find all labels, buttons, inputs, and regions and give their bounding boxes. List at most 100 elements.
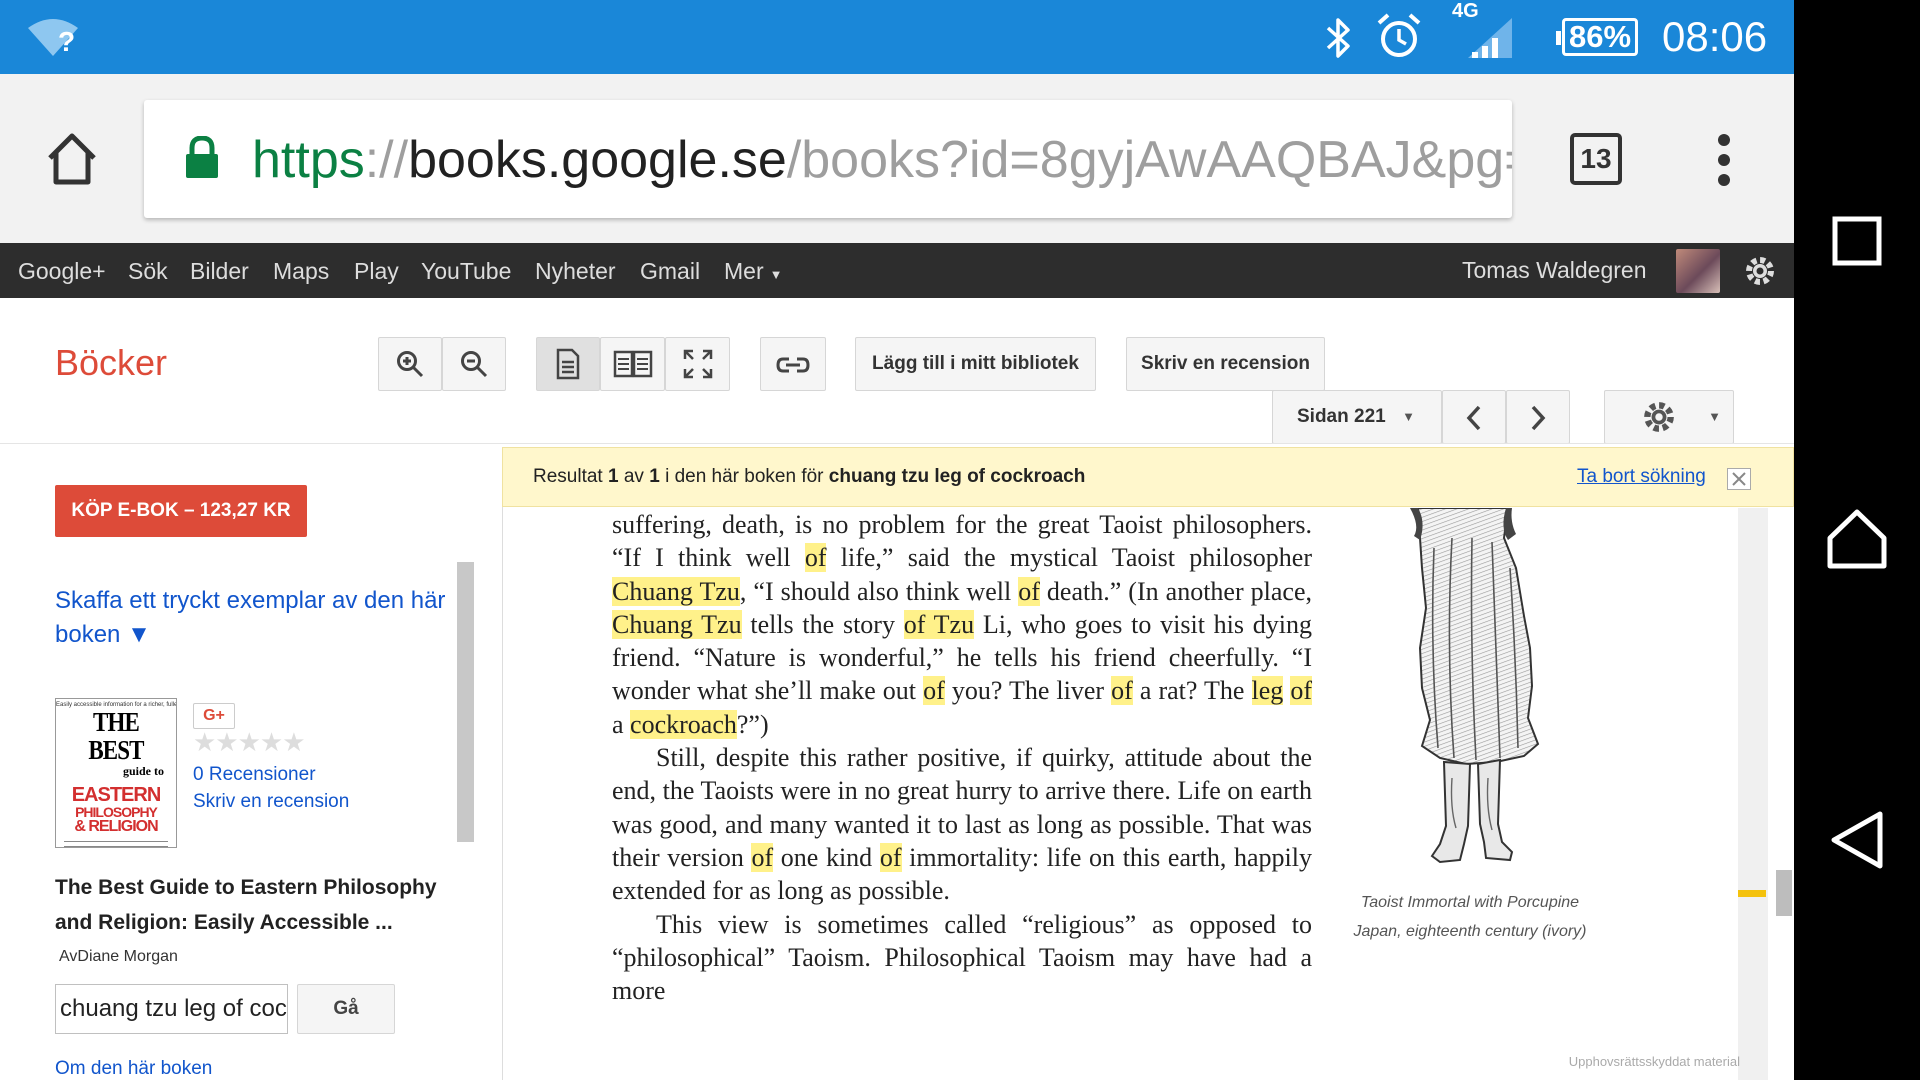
next-page-button[interactable] [1506,390,1570,444]
gear-icon [1644,402,1674,432]
chevron-left-icon [1466,405,1481,431]
header-divider [0,443,1794,444]
gbar-item-search[interactable]: Sök [128,257,168,285]
link-button[interactable] [760,337,826,391]
cover-guide: guide to [122,764,164,778]
write-review-link[interactable]: Skriv en recension [193,791,349,813]
zoom-in-icon [397,351,424,378]
fullscreen-icon [683,349,712,379]
gbar-item-images[interactable]: Bilder [190,257,249,285]
cover-red-1: EASTERN [71,784,162,806]
buy-ebook-button[interactable]: KÖP E-BOK – 123,27 KR [55,485,307,537]
result-summary: Resultat 1 av 1 i den här boken för chua… [533,466,1085,488]
gbar-item-youtube[interactable]: YouTube [421,257,511,285]
gbar-item-more[interactable]: Mer ▼ [724,257,783,289]
search-highlight: of [879,842,902,872]
add-to-library-button[interactable]: Lägg till i mitt bibliotek [855,337,1096,391]
zoom-out-button[interactable] [442,337,506,391]
book-author: AvDiane Morgan [59,948,178,965]
status-bar: ? 4G 86% 08:06 [0,0,1794,74]
page-scrollbar-thumb[interactable] [1776,870,1792,916]
cover-title: THE BEST [88,707,144,765]
single-page-icon [556,348,580,380]
battery-level: 86% [1568,19,1632,54]
home-icon[interactable] [44,130,100,186]
settings-button[interactable]: ▼ [1604,390,1734,444]
search-in-book-input[interactable]: chuang tzu leg of coc [55,984,288,1034]
alarm-icon [1377,13,1421,57]
back-icon[interactable] [1830,810,1884,870]
gbar-item-play[interactable]: Play [354,257,399,285]
text-run: one kind [773,842,880,872]
two-page-button[interactable] [600,337,665,391]
google-bar: Google+ Sök Bilder Maps Play YouTube Nyh… [0,243,1794,298]
battery-icon: 86% [1556,18,1638,56]
url-text[interactable]: https://books.google.se/books?id=8gyjAwA… [252,130,1512,190]
search-highlight: of [1290,676,1312,706]
avatar[interactable] [1676,249,1720,293]
address-bar[interactable]: https://books.google.se/books?id=8gyjAwA… [144,100,1512,218]
android-home-icon[interactable] [1826,508,1888,570]
bluetooth-icon [1326,18,1350,58]
prev-page-button[interactable] [1442,390,1506,444]
result-total: 1 [649,466,660,487]
taoist-statue-illustration [1410,508,1540,864]
go-button[interactable]: Gå [297,984,395,1034]
cover-blurb-lines [64,841,168,847]
user-name[interactable]: Tomas Waldegren [1462,257,1647,284]
result-index: 1 [607,466,619,487]
search-highlight: of [923,676,945,706]
book-cover[interactable]: Easily accessible information for a rich… [55,698,177,848]
books-title[interactable]: Böcker [55,342,167,384]
result-query: chuang tzu leg of cockroach [828,466,1086,487]
about-book-link[interactable]: Om den här boken [55,1058,212,1080]
close-icon[interactable] [1727,468,1751,490]
gbar-item-gmail[interactable]: Gmail [640,257,700,285]
recents-icon[interactable] [1832,216,1882,266]
chevron-down-icon: ▼ [769,267,783,282]
reviews-count-link[interactable]: 0 Recensioner [193,764,316,786]
gplus-button[interactable]: G+ [193,703,235,729]
text-run: a rat? The [1132,676,1252,706]
single-page-button[interactable] [536,337,600,391]
gear-icon[interactable] [1744,255,1776,287]
remove-search-link[interactable]: Ta bort sökning [1577,466,1706,488]
search-highlight: of [751,842,774,872]
search-highlight: Chuang Tzu [612,576,740,606]
text-run: This view is sometimes called “religious… [612,909,1312,1006]
clock: 08:06 [1662,13,1768,60]
write-review-button[interactable]: Skriv en recension [1126,337,1325,391]
gbar-more-label: Mer [724,258,764,284]
text-run: ?”) [736,709,769,739]
url-path: /books?id=8gyjAwAAQBAJ&pg=PA [786,131,1512,189]
chevron-down-icon: ▼ [1708,409,1721,424]
gbar-item-google-plus[interactable]: Google+ [18,257,106,285]
zoom-in-button[interactable] [378,337,442,391]
search-highlight: of [1018,576,1040,606]
search-hit-marker[interactable] [1738,890,1766,897]
gbar-item-news[interactable]: Nyheter [535,257,616,285]
print-copy-link[interactable]: Skaffa ett tryckt exemplar av den här bo… [55,584,455,652]
page-select-label: Sidan 221 [1297,406,1386,427]
text-run: tells the story [741,609,904,639]
android-nav-bar [1794,0,1920,1080]
book-page-text: suffering, death, is no problem for the … [612,508,1312,1007]
rating-stars[interactable]: ★★★★★ [193,727,306,758]
paragraph-3: This view is sometimes called “religious… [612,908,1312,1008]
wifi-question: ? [58,26,76,57]
gbar-item-maps[interactable]: Maps [273,257,329,285]
text-run: death.” (In another place, [1039,576,1312,606]
tabs-icon[interactable]: 13 [1570,133,1622,185]
page-select[interactable]: Sidan 221 ▼ [1272,390,1442,444]
search-highlight: of [804,543,827,573]
page-scroll-track[interactable] [1738,508,1768,1080]
result-prefix: Resultat [533,466,603,487]
sidebar-scrollbar[interactable] [457,562,474,842]
cover-red-3: & RELIGION [74,818,158,835]
caption-line-2: Japan, eighteenth century (ivory) [1353,923,1587,940]
copyright-notice: Upphovsrättsskyddat material [1568,1054,1740,1069]
overflow-menu-icon[interactable] [1712,132,1736,188]
fullscreen-button[interactable] [665,337,730,391]
search-highlight: cockroach [630,709,737,739]
book-title[interactable]: The Best Guide to Eastern Philosophy and… [55,870,455,940]
